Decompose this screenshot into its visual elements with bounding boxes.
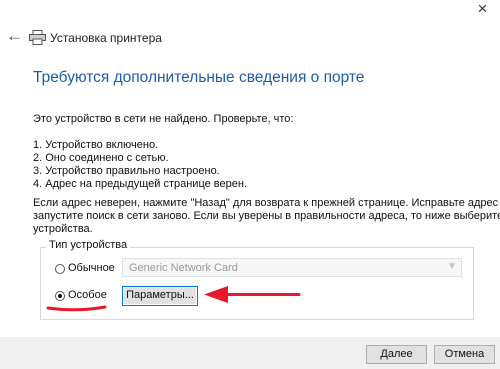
close-icon[interactable]: × (465, 0, 500, 20)
custom-radio[interactable] (55, 291, 65, 301)
standard-radio-label[interactable]: Обычное (68, 262, 115, 275)
checklist-item-3: 3. Устройство правильно настроено. (33, 165, 220, 177)
annotation-underline (46, 305, 107, 312)
advice-line-1: Если адрес неверен, нажмите "Назад" для … (33, 197, 500, 209)
annotation-arrow-icon (204, 286, 301, 303)
settings-button[interactable]: Параметры... (122, 286, 198, 306)
custom-radio-selected-dot (58, 294, 62, 298)
advice-line-2: запустите поиск в сети заново. Если вы у… (33, 210, 500, 222)
checklist-item-4: 4. Адрес на предыдущей странице верен. (33, 178, 248, 190)
cancel-button[interactable]: Отмена (434, 345, 495, 364)
checklist-item-1: 1. Устройство включено. (33, 139, 159, 151)
intro-text: Это устройство в сети не найдено. Провер… (33, 113, 294, 125)
printer-icon (29, 30, 46, 45)
chevron-down-icon: ▼ (447, 261, 457, 272)
back-arrow-icon[interactable]: ← (6, 26, 23, 46)
advice-line-3: устройства. (33, 223, 93, 235)
standard-radio[interactable] (55, 264, 65, 274)
custom-radio-label[interactable]: Особое (68, 289, 107, 302)
page-heading: Требуются дополнительные сведения о порт… (33, 69, 365, 86)
standard-device-select: Generic Network Card ▼ (122, 258, 462, 277)
window-title: Установка принтера (50, 31, 162, 45)
next-button[interactable]: Далее (366, 345, 427, 364)
device-type-group-label: Тип устройства (46, 239, 131, 251)
standard-device-value: Generic Network Card (129, 262, 238, 274)
checklist-item-2: 2. Оно соединено с сетью. (33, 152, 169, 164)
